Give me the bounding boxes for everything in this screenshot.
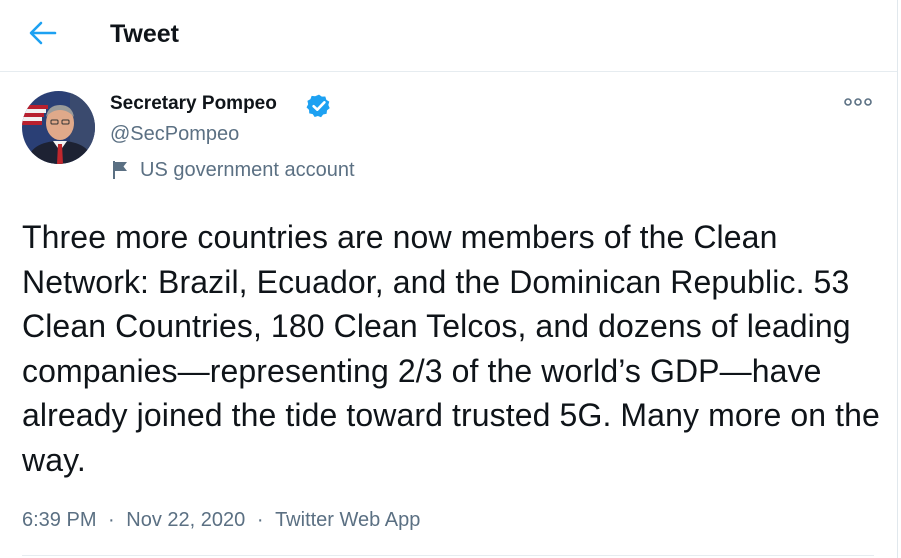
back-button[interactable]: [24, 16, 64, 52]
tweet-source[interactable]: Twitter Web App: [275, 506, 420, 534]
header-bar: Tweet: [0, 0, 897, 72]
tweet-date[interactable]: Nov 22, 2020: [126, 506, 245, 534]
tweet-text: Three more countries are now members of …: [22, 219, 880, 478]
author-name[interactable]: Secretary Pompeo: [110, 91, 277, 117]
avatar-image: [22, 91, 95, 164]
meta-separator: ·: [108, 509, 115, 531]
tweet-time[interactable]: 6:39 PM: [22, 506, 96, 534]
page-title: Tweet: [110, 20, 179, 48]
more-options-button[interactable]: [838, 92, 878, 114]
meta-separator: ·: [256, 509, 264, 531]
more-dots-icon: [844, 98, 872, 106]
tweet-page: Tweet Secretary Pompeo @SecPompeo US gov…: [0, 0, 898, 558]
tweet-meta: 6:39 PM · Nov 22, 2020 · Twitter Web App: [22, 506, 420, 534]
flag-icon: [113, 161, 127, 179]
author-handle[interactable]: @SecPompeo: [110, 121, 239, 147]
avatar[interactable]: [22, 91, 95, 164]
arrow-left-icon: [29, 21, 57, 45]
divider: [22, 555, 874, 556]
account-label: US government account: [140, 159, 355, 181]
verified-badge-icon: [306, 94, 330, 118]
